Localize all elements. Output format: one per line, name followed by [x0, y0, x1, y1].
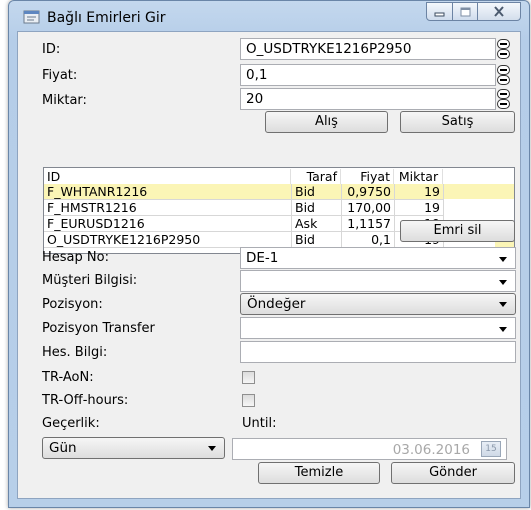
position-transfer-dropdown[interactable]: [240, 317, 516, 339]
delete-order-button[interactable]: Emri sil: [400, 220, 515, 242]
row-taraf: Bid: [295, 184, 315, 199]
until-label: Until:: [242, 416, 277, 431]
customer-dropdown[interactable]: [240, 270, 516, 292]
chevron-down-icon: [499, 280, 507, 285]
chevron-down-icon: [499, 257, 507, 262]
spin-down-icon[interactable]: [497, 99, 510, 109]
spin-down-icon[interactable]: [497, 75, 510, 85]
spin-up-icon[interactable]: [497, 65, 510, 75]
musteri-label: Müşteri Bilgisi:: [42, 273, 138, 288]
tr-aon-label: TR-AoN:: [42, 370, 94, 385]
row-miktar: 19: [424, 184, 440, 199]
row-id: F_HMSTR1216: [47, 200, 137, 215]
account-info-field[interactable]: [240, 341, 516, 363]
fiyat-label: Fiyat:: [42, 68, 78, 83]
row-id: F_EURUSD1216: [47, 216, 145, 231]
price-field[interactable]: 0,1: [240, 64, 496, 86]
position-dropdown[interactable]: Öndeğer: [240, 293, 516, 315]
until-date-picker[interactable]: 03.06.2016 15: [232, 438, 507, 460]
account-value: DE-1: [246, 250, 279, 266]
buy-button[interactable]: Alış: [265, 111, 388, 133]
hesap-no-label: Hesap No:: [42, 250, 109, 265]
position-value: Öndeğer: [247, 296, 306, 312]
miktar-label: Miktar:: [42, 93, 87, 108]
quantity-field[interactable]: 20: [240, 88, 496, 110]
sell-button[interactable]: Satış: [400, 111, 515, 133]
id-label: ID:: [42, 42, 61, 57]
row-taraf: Bid: [295, 200, 315, 215]
spin-down-icon[interactable]: [497, 49, 510, 59]
col-divider: [341, 184, 342, 252]
chevron-down-icon: [499, 302, 507, 307]
price-spinner[interactable]: [497, 65, 510, 85]
tr-offhours-checkbox[interactable]: [242, 394, 255, 407]
spin-up-icon[interactable]: [497, 39, 510, 49]
title-bar[interactable]: Bağlı Emirleri Gir: [9, 1, 529, 33]
clear-button[interactable]: Temizle: [258, 462, 380, 484]
form-panel: ID: O_USDTRYKE1216P2950 Fiyat: 0,1 Mikta…: [17, 31, 521, 499]
window-title: Bağlı Emirleri Gir: [47, 10, 166, 26]
col-divider: [394, 184, 395, 252]
validity-dropdown[interactable]: Gün: [42, 437, 225, 459]
row-fiyat: 0,1: [371, 232, 391, 247]
row-divider: [44, 199, 444, 200]
row-divider: [44, 215, 444, 216]
maximize-icon: [460, 7, 471, 17]
calendar-icon[interactable]: 15: [481, 441, 501, 457]
tr-offhours-label: TR-Off-hours:: [42, 393, 129, 408]
send-button[interactable]: Gönder: [391, 462, 515, 484]
transfer-label: Pozisyon Transfer: [42, 321, 155, 336]
col-header-taraf[interactable]: Taraf: [292, 169, 341, 184]
until-date-value: 03.06.2016: [392, 442, 470, 458]
row-divider: [44, 231, 444, 232]
row-taraf: Bid: [295, 232, 315, 247]
minimize-icon: [434, 12, 445, 17]
row-id: F_WHTANR1216: [47, 184, 148, 199]
pozisyon-label: Pozisyon:: [42, 297, 103, 312]
quantity-spinner[interactable]: [497, 89, 510, 109]
row-taraf: Ask: [295, 216, 318, 231]
col-header-miktar[interactable]: Miktar: [395, 169, 443, 184]
row-fiyat: 0,9750: [347, 184, 391, 199]
col-header-id[interactable]: ID: [44, 169, 291, 184]
row-fiyat: 1,1157: [347, 216, 391, 231]
row-fiyat: 170,00: [347, 200, 391, 215]
row-miktar: 19: [424, 200, 440, 215]
col-header-fiyat[interactable]: Fiyat: [342, 169, 394, 184]
gecerlik-label: Geçerlik:: [42, 416, 100, 431]
close-button[interactable]: [477, 2, 521, 21]
hes-bilgi-label: Hes. Bilgi:: [42, 345, 108, 360]
chevron-down-icon: [499, 327, 507, 332]
id-field[interactable]: O_USDTRYKE1216P2950: [240, 38, 496, 60]
row-id: O_USDTRYKE1216P2950: [47, 232, 201, 247]
chevron-down-icon: [208, 446, 216, 451]
order-window: Bağlı Emirleri Gir ID: O_USDTRYKE1216P29…: [8, 0, 530, 508]
table-header: ID Taraf Fiyat Miktar: [44, 169, 514, 184]
close-icon: [494, 6, 504, 17]
col-divider: [291, 184, 292, 252]
app-icon: [23, 10, 40, 24]
account-dropdown[interactable]: DE-1: [240, 247, 516, 269]
tr-aon-checkbox[interactable]: [242, 371, 255, 384]
spin-up-icon[interactable]: [497, 89, 510, 99]
minimize-button[interactable]: [426, 2, 453, 21]
validity-value: Gün: [49, 440, 77, 456]
id-spinner[interactable]: [497, 39, 510, 59]
maximize-button[interactable]: [452, 2, 478, 21]
